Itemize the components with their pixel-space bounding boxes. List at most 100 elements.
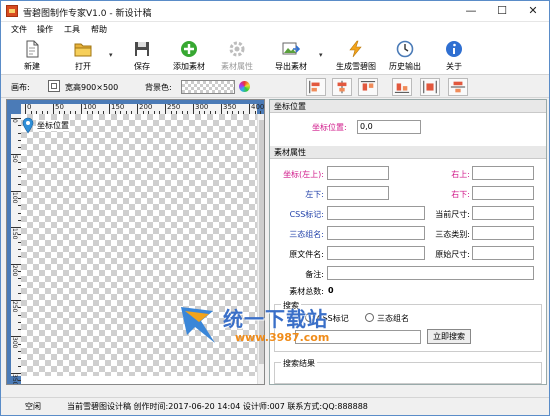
bottomleft-field[interactable]: [327, 186, 389, 200]
gear-icon: [229, 41, 245, 57]
total-assets-label: 素材总数:: [289, 287, 324, 296]
menu-help[interactable]: 帮助: [91, 24, 107, 35]
maximize-button[interactable]: ☐: [487, 1, 517, 21]
ruler-top-tick-label: 50: [55, 103, 64, 111]
tristate-group-label: 三态组名:: [289, 230, 324, 239]
status-state: 空闲: [25, 402, 41, 411]
current-size-field[interactable]: [472, 206, 534, 220]
tristate-type-label: 三态类别:: [435, 230, 470, 239]
generate-sprite-button[interactable]: 生成雪碧图: [331, 39, 381, 73]
note-label: 备注:: [305, 270, 324, 279]
ruler-top-tick-label: 250: [167, 103, 181, 111]
ruler-top-tick: [193, 104, 194, 114]
location-pin-icon[interactable]: [22, 117, 34, 134]
tristate-group-field[interactable]: [327, 226, 425, 240]
distribute-vertical-icon[interactable]: [448, 78, 468, 96]
ruler-top-tick-label: 350: [223, 103, 237, 111]
total-assets-value: 0: [328, 286, 334, 295]
bg-color-swatch[interactable]: [181, 80, 235, 94]
export-image-icon: [282, 42, 300, 55]
add-asset-button[interactable]: 添加素材: [169, 39, 209, 73]
about-button[interactable]: 关于: [437, 39, 471, 73]
canvas-size-icon[interactable]: [48, 80, 60, 92]
ruler-left-tick: [11, 190, 21, 192]
ruler-left-tick-label: 350: [11, 373, 18, 385]
open-button[interactable]: 打开: [63, 39, 103, 73]
coord-position-field[interactable]: 0,0: [357, 120, 421, 134]
ruler-top-tick: [25, 104, 26, 114]
align-center-icon[interactable]: [332, 78, 352, 96]
export-asset-button[interactable]: 导出素材: [271, 39, 311, 73]
menu-file[interactable]: 文件: [11, 24, 27, 35]
ruler-top-tick: [249, 104, 250, 114]
ruler-left-tick: [11, 227, 21, 229]
watermark: 统一下载站 www.3987.com: [179, 301, 379, 351]
note-field[interactable]: [327, 266, 534, 280]
ruler-left-tick: [11, 263, 21, 265]
distribute-horizontal-icon[interactable]: [420, 78, 440, 96]
align-top-icon[interactable]: [358, 78, 378, 96]
menu-bar: 文件 操作 工具 帮助: [1, 22, 549, 37]
ruler-left-tick: [11, 372, 21, 374]
ruler-left-tick-label: 300: [11, 337, 18, 349]
vertical-ruler: 0 50 100 150 200 250 300 350: [7, 114, 21, 385]
export-dropdown-icon[interactable]: ▾: [319, 51, 323, 59]
ruler-top-tick-label: 300: [195, 103, 209, 111]
watermark-logo-icon: [181, 307, 215, 343]
coord-section-title: 坐标位置: [270, 100, 546, 113]
topright-field[interactable]: [472, 166, 534, 180]
original-name-field[interactable]: [327, 246, 425, 260]
coord-marker-label: 坐标位置: [36, 120, 70, 131]
history-output-button[interactable]: 历史输出: [385, 39, 425, 73]
original-size-field[interactable]: [472, 246, 534, 260]
info-icon: [446, 41, 462, 57]
new-button[interactable]: 新建: [15, 39, 49, 73]
ruler-top-tick: [53, 104, 54, 114]
ruler-top-tick: [137, 104, 138, 114]
watermark-url: www.3987.com: [235, 331, 330, 344]
ruler-left-tick-label: 100: [11, 191, 18, 204]
ruler-left-tick-label: 200: [11, 264, 18, 277]
save-button[interactable]: 保存: [125, 39, 159, 73]
add-circle-icon: [181, 41, 197, 57]
search-results-box: 搜索结果: [274, 358, 542, 384]
align-bottom-icon[interactable]: [392, 78, 412, 96]
menu-tools[interactable]: 工具: [64, 24, 80, 35]
props-section-title: 素材属性: [270, 146, 546, 159]
ruler-left-tick: [11, 118, 21, 119]
css-mark-field[interactable]: [327, 206, 425, 220]
save-disk-icon: [135, 42, 149, 56]
align-left-icon[interactable]: [306, 78, 326, 96]
asset-properties-button[interactable]: 素材属性: [217, 39, 257, 73]
bottomright-label: 右下:: [451, 190, 470, 199]
coord-position-label: 坐标位置:: [312, 123, 347, 132]
search-button[interactable]: 立即搜索: [427, 329, 471, 344]
window-title: 雪碧图制作专家V1.0 - 新设计稿: [23, 9, 152, 19]
title-bar[interactable]: 雪碧图制作专家V1.0 - 新设计稿 — ☐ ✕: [1, 1, 549, 22]
canvas-size-value: 宽高900×500: [65, 83, 119, 92]
close-button[interactable]: ✕: [518, 1, 548, 21]
app-window: 雪碧图制作专家V1.0 - 新设计稿 — ☐ ✕ 文件 操作 工具 帮助 新建 …: [0, 0, 550, 416]
bottomleft-label: 左下:: [305, 190, 324, 199]
ruler-left-tick-label: 50: [11, 155, 18, 164]
color-picker-icon[interactable]: [239, 81, 250, 92]
menu-operate[interactable]: 操作: [37, 24, 53, 35]
css-mark-label: CSS标记:: [289, 210, 324, 219]
ruler-top-tick-label: 0: [27, 103, 32, 111]
ruler-left-tick-label: 250: [11, 301, 18, 313]
search-results-title: 搜索结果: [281, 358, 317, 369]
tristate-type-field[interactable]: [472, 226, 534, 240]
ruler-top-tick: [81, 104, 82, 114]
ruler-corner: [7, 100, 21, 114]
bottomright-field[interactable]: [472, 186, 534, 200]
open-dropdown-icon[interactable]: ▾: [109, 51, 113, 59]
original-size-label: 原始尺寸:: [435, 250, 470, 259]
ruler-left-tick: [11, 154, 21, 156]
ruler-left-tick-label: 150: [11, 228, 18, 240]
coord-topleft-label: 坐标(左上):: [283, 170, 324, 179]
ruler-top-tick: [165, 104, 166, 114]
coord-topleft-field[interactable]: [327, 166, 389, 180]
horizontal-ruler: 0 50 100 150 200 250 300 350 400: [21, 100, 264, 114]
minimize-button[interactable]: —: [456, 1, 486, 21]
clock-icon: [396, 40, 414, 58]
